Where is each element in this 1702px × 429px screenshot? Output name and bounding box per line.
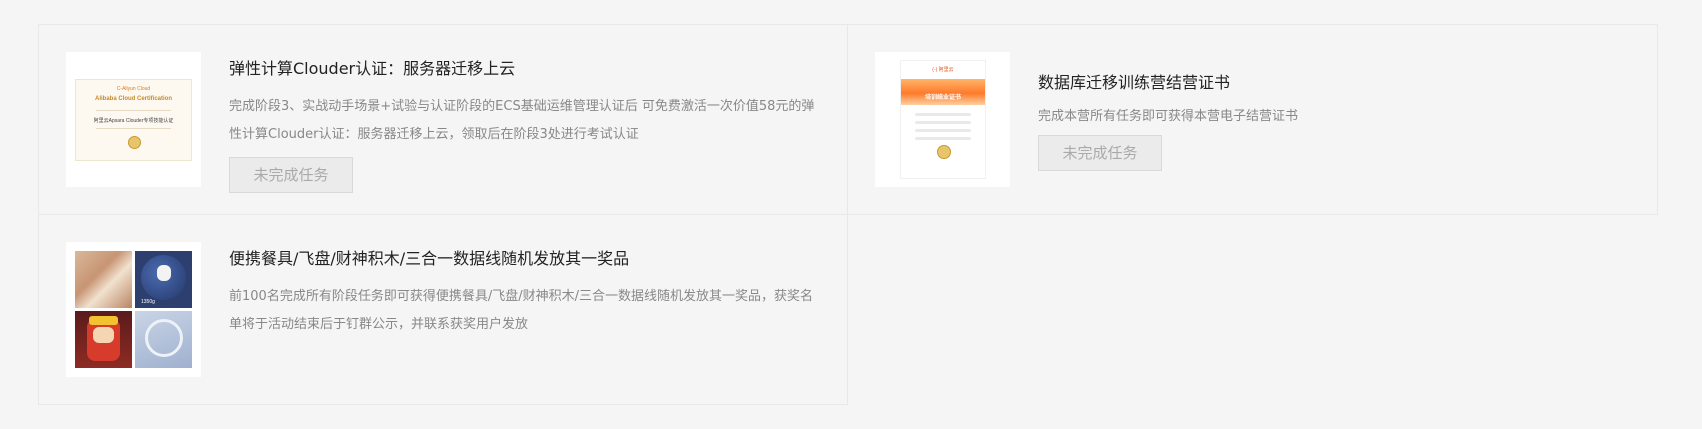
prize-thumbnail: 1350g bbox=[66, 242, 201, 377]
reward-title: 弹性计算Clouder认证：服务器迁移上云 bbox=[229, 59, 516, 78]
reward-info: 便携餐具/飞盘/财神积木/三合一数据线随机发放其一奖品 前100名完成所有阶段任… bbox=[229, 245, 827, 339]
certificate-line bbox=[96, 128, 171, 129]
incomplete-task-button[interactable]: 未完成任务 bbox=[1038, 135, 1162, 171]
reward-info: 数据库迁移训练营结营证书 完成本营所有任务即可获得本营电子结营证书 未完成任务 bbox=[1038, 69, 1637, 171]
frisbee-image: 1350g bbox=[135, 251, 192, 308]
incomplete-task-button[interactable]: 未完成任务 bbox=[229, 157, 353, 193]
certificate-line bbox=[915, 113, 971, 116]
reward-info: 弹性计算Clouder认证：服务器迁移上云 完成阶段3、实战动手场景+试验与认证… bbox=[229, 55, 827, 193]
certificate-line bbox=[915, 137, 971, 140]
reward-title: 便携餐具/飞盘/财神积木/三合一数据线随机发放其一奖品 bbox=[229, 249, 630, 268]
certificate-image: (-) 阿里云 培训结业证书 bbox=[900, 60, 986, 179]
reward-description: 完成阶段3、实战动手场景+试验与认证阶段的ECS基础运维管理认证后 可免费激活一… bbox=[229, 99, 815, 142]
certificate-name: 阿里云Apsara Clouder专项技能认证 bbox=[93, 118, 174, 124]
certificate-thumbnail: C-Aliyun Cloud Alibaba Cloud Certificati… bbox=[66, 52, 201, 187]
astronaut-icon bbox=[157, 265, 171, 281]
reward-description: 完成本营所有任务即可获得本营电子结营证书 bbox=[1038, 109, 1299, 124]
certificate-image: C-Aliyun Cloud Alibaba Cloud Certificati… bbox=[75, 79, 192, 161]
reward-card: C-Aliyun Cloud Alibaba Cloud Certificati… bbox=[38, 24, 848, 215]
figure-face bbox=[93, 327, 114, 343]
certificate-line bbox=[915, 129, 971, 132]
certificate-heading: 培训结业证书 bbox=[924, 95, 961, 101]
certificate-brand: C-Aliyun Cloud bbox=[116, 86, 151, 92]
seal-icon bbox=[128, 136, 141, 149]
tableware-image bbox=[75, 251, 132, 308]
certificate-line bbox=[915, 121, 971, 124]
certificate-thumbnail: (-) 阿里云 培训结业证书 bbox=[875, 52, 1010, 187]
reward-card: (-) 阿里云 培训结业证书 数据库迁移训练营结营证书 完成本营所有任务即可获得… bbox=[847, 24, 1658, 215]
building-blocks-image bbox=[75, 311, 132, 368]
certificate-heading: Alibaba Cloud Certification bbox=[94, 96, 172, 102]
cable-coil bbox=[145, 319, 183, 357]
cable-image bbox=[135, 311, 192, 368]
certificate-banner: 培训结业证书 bbox=[901, 79, 985, 105]
seal-icon bbox=[937, 145, 951, 159]
reward-card: 1350g 便携餐具/飞盘/财神积木/三合一数据线随机发放其一奖品 前100名完… bbox=[38, 214, 848, 405]
prize-collage: 1350g bbox=[75, 251, 192, 368]
rewards-grid: C-Aliyun Cloud Alibaba Cloud Certificati… bbox=[38, 24, 1658, 405]
certificate-brand: (-) 阿里云 bbox=[932, 67, 954, 73]
reward-title: 数据库迁移训练营结营证书 bbox=[1038, 73, 1231, 92]
frisbee-caption: 1350g bbox=[141, 299, 155, 305]
reward-description: 前100名完成所有阶段任务即可获得便携餐具/飞盘/财神积木/三合一数据线随机发放… bbox=[229, 289, 813, 332]
figure-hat bbox=[89, 316, 118, 325]
certificate-line bbox=[96, 110, 171, 111]
